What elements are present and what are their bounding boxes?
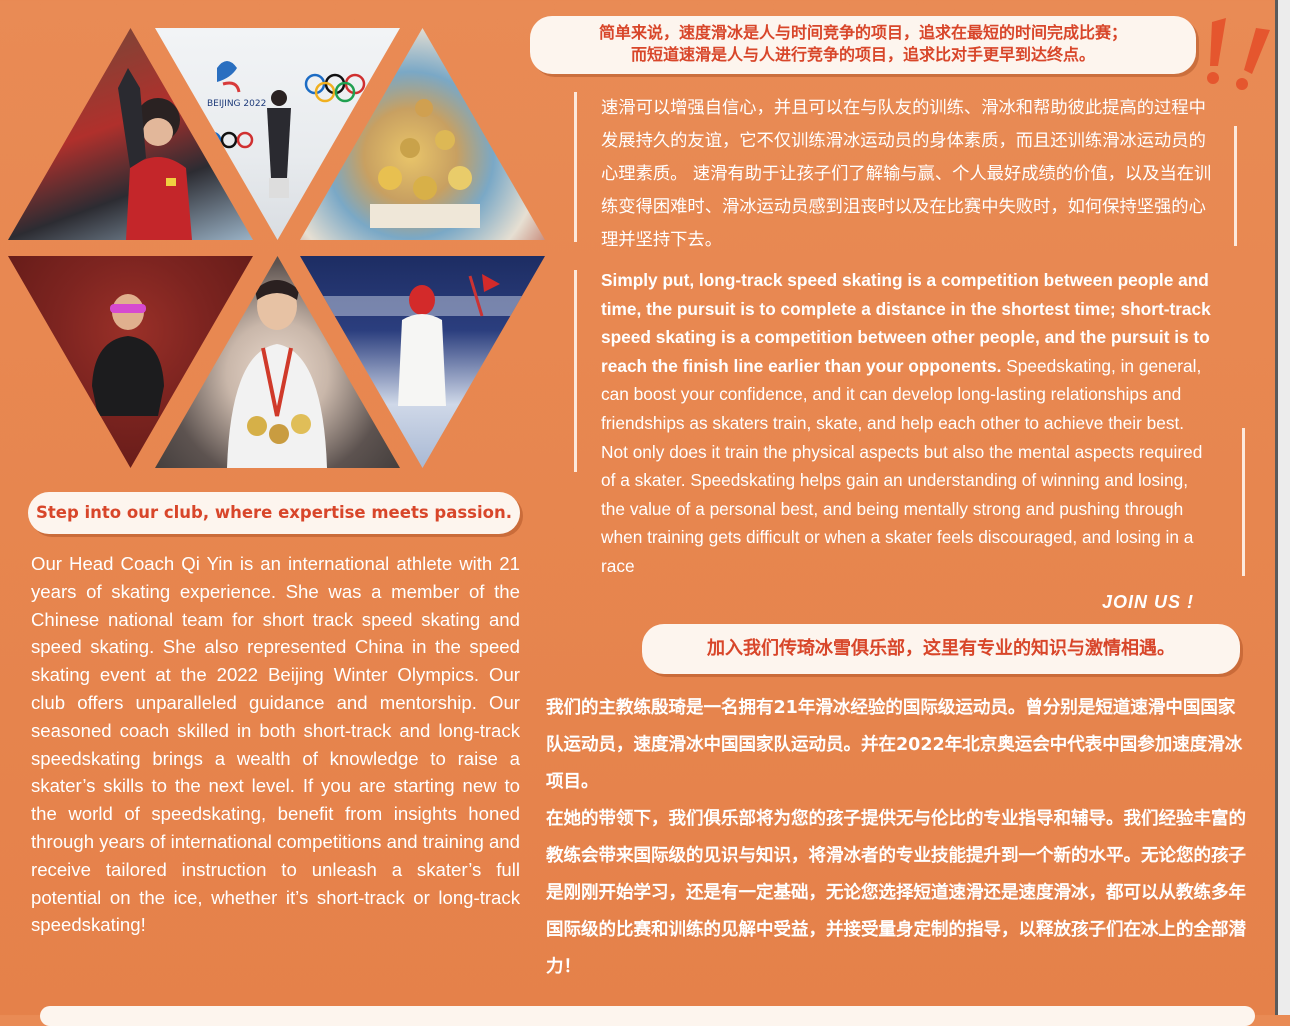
coach-description: Our Head Coach Qi Yin is an internationa… — [31, 553, 520, 936]
cn-intro-text: 速滑可以增强自信心，并且可以在与队友的训练、滑冰和帮助彼此提高的过程中发展持久的… — [601, 98, 1212, 250]
divider-line — [574, 270, 577, 472]
photo-collage: BEIJING 2022 — [0, 0, 560, 480]
beijing-logo-text: BEIJING 2022 — [207, 99, 266, 109]
divider-line — [574, 92, 577, 242]
join-banner: 加入我们传琦冰雪俱乐部，这里有专业的知识与激情相遇。 — [642, 624, 1240, 674]
bottom-strip — [40, 1006, 1255, 1026]
divider-line — [1242, 428, 1245, 576]
top-banner-line2: 而短道速滑是人与人进行竞争的项目，追求比对手更早到达终点。 — [630, 45, 1095, 64]
top-banner-line1: 简单来说，速度滑冰是人与时间竞争的项目，追求在最短的时间完成比赛； — [598, 23, 1127, 42]
left-banner: Step into our club, where expertise meet… — [28, 492, 520, 534]
page-edge — [1275, 0, 1290, 1015]
exclamation-icon — [1207, 18, 1270, 90]
olympic-rings-icon — [304, 73, 366, 103]
top-banner: 简单来说，速度滑冰是人与时间竞争的项目，追求在最短的时间完成比赛； 而短道速滑是… — [530, 16, 1196, 74]
en-text-block: Simply put, long-track speed skating is … — [601, 266, 1213, 581]
en-body-text: Speedskating, in general, can boost your… — [601, 355, 1203, 576]
cn-coach-paragraph-2: 在她的带领下，我们俱乐部将为您的孩子提供无与伦比的专业指导和辅导。我们经验丰富的… — [546, 809, 1246, 977]
divider-line — [1234, 126, 1237, 246]
cn-coach-text: 我们的主教练殷琦是一名拥有21年滑冰经验的国际级运动员。曾分别是短道速滑中国国家… — [546, 690, 1246, 986]
join-us-label: JOIN US ! — [1102, 592, 1195, 612]
cn-coach-paragraph-1: 我们的主教练殷琦是一名拥有21年滑冰经验的国际级运动员。曾分别是短道速滑中国国家… — [546, 698, 1243, 792]
